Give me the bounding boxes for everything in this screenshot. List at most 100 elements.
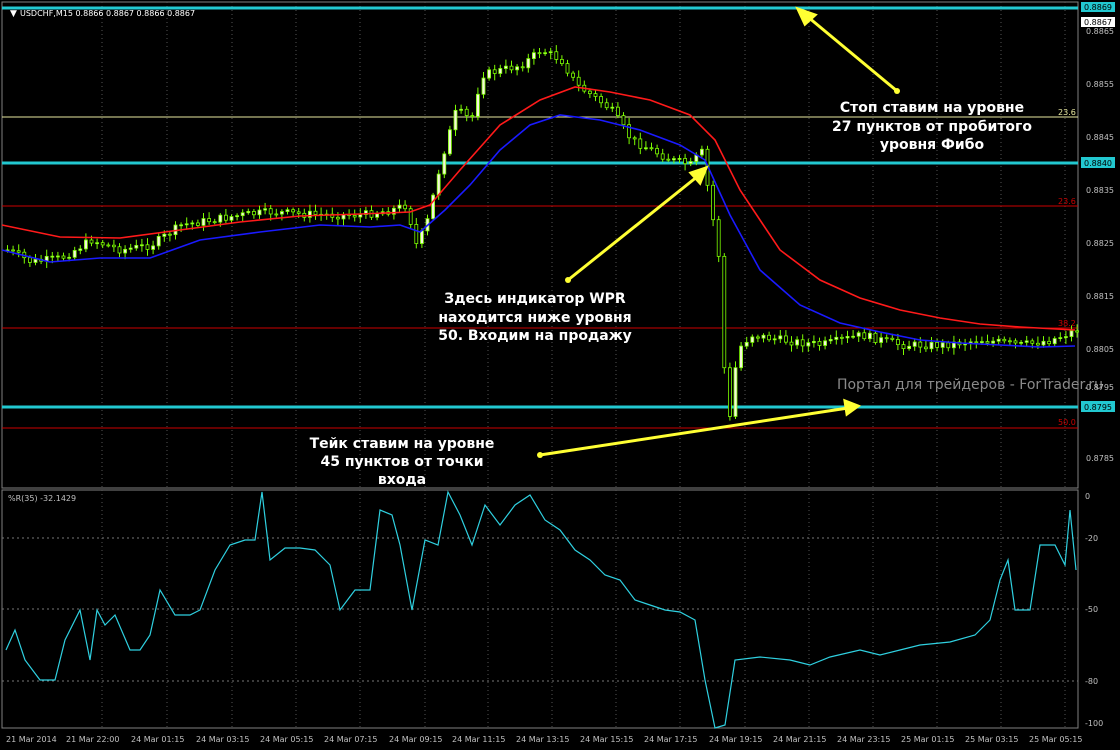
candle-body	[935, 342, 939, 348]
candle-body	[520, 66, 525, 69]
time-label: 24 Mar 17:15	[644, 735, 697, 744]
svg-text:▼: ▼	[10, 9, 17, 19]
candle-body	[67, 256, 71, 259]
candle-body	[436, 173, 441, 196]
candle-body	[593, 93, 598, 97]
candle-body	[268, 208, 273, 215]
time-label: 24 Mar 11:15	[452, 735, 505, 744]
candle-body	[688, 161, 693, 165]
candle-body	[459, 108, 464, 111]
candle-body	[733, 367, 738, 417]
candle-body	[509, 65, 514, 71]
candle-body	[576, 76, 581, 86]
time-label: 24 Mar 19:15	[709, 735, 762, 744]
time-label: 25 Mar 03:15	[965, 735, 1018, 744]
candle-body	[554, 51, 559, 60]
time-label: 21 Mar 2014	[6, 735, 57, 744]
candle-body	[1058, 337, 1063, 339]
candle-body	[716, 219, 721, 257]
candle-body	[784, 335, 788, 343]
candle-body	[543, 52, 547, 55]
candle-body	[419, 230, 424, 244]
take-arrow-head-icon	[843, 398, 862, 417]
price-label: 0.8785	[1086, 454, 1114, 463]
candle-body	[571, 72, 575, 78]
candle-body	[100, 242, 105, 246]
candle-body	[750, 336, 755, 343]
candle-body	[548, 51, 553, 54]
candle-body	[907, 345, 911, 349]
price-panel-frame	[1, 1, 1079, 489]
candle-body	[464, 108, 469, 116]
candle-body	[924, 346, 928, 350]
time-label: 24 Mar 03:15	[196, 735, 249, 744]
stop-annotation-line-3: уровня Фибо	[880, 137, 985, 153]
candle-body	[470, 115, 475, 117]
candle-body	[145, 244, 150, 250]
candle-body	[229, 216, 234, 221]
candle-body	[453, 109, 458, 131]
candle-body	[761, 334, 766, 339]
candle-body	[940, 342, 945, 348]
level-price-label-2: 0.8795	[1084, 403, 1112, 412]
take-annotation-line-3: входа	[378, 472, 426, 488]
price-label: 0.8825	[1086, 239, 1114, 248]
fibo-label-4: 50.0	[1058, 418, 1076, 427]
candle-body	[806, 342, 811, 347]
candle-body	[117, 246, 122, 254]
entry-arrow-shaft	[567, 174, 699, 282]
price-label: 0.8805	[1086, 345, 1114, 354]
candle-body	[335, 216, 340, 220]
candle-body	[996, 338, 1001, 342]
candle-body	[767, 334, 771, 341]
time-label: 24 Mar 15:15	[580, 735, 633, 744]
candle-body	[901, 344, 906, 349]
candle-body	[840, 336, 844, 339]
candle-body	[218, 214, 223, 223]
fibo-label-2: 23.6	[1058, 197, 1076, 206]
candle-body	[739, 345, 743, 369]
candle-body	[868, 332, 872, 340]
candle-body	[985, 341, 990, 344]
candle-body	[313, 210, 318, 215]
collapse-triangle-icon[interactable]: ▼	[10, 9, 17, 19]
time-label: 24 Mar 05:15	[260, 735, 313, 744]
indicator-level-label: -100	[1085, 719, 1103, 728]
candle-body	[397, 204, 402, 209]
candle-body	[515, 66, 519, 71]
time-label: 24 Mar 09:15	[389, 735, 442, 744]
price-label: 0.8815	[1086, 292, 1114, 301]
candle-body	[991, 340, 995, 344]
candle-body	[756, 336, 760, 339]
candle-body	[263, 208, 268, 211]
candle-body	[251, 211, 256, 216]
trading-chart[interactable]: 23.6 23.6 38.2 50.0 ▼ USDCHF,M15 0.8866 …	[0, 0, 1120, 750]
candle-body	[11, 249, 16, 252]
candle-body	[856, 332, 861, 337]
fibo-label-3: 38.2	[1058, 319, 1076, 328]
watermark: Портал для трейдеров - ForTrader.ru	[837, 377, 1103, 393]
candle-body	[240, 212, 245, 217]
entry-arrow-tail	[565, 277, 571, 283]
time-label: 24 Mar 13:15	[516, 735, 569, 744]
candle-body	[1064, 336, 1068, 338]
entry-annotation-line-2: находится ниже уровня	[438, 310, 631, 326]
candle-body	[403, 204, 408, 210]
candle-body	[167, 233, 172, 236]
candle-body	[487, 69, 492, 79]
candle-body	[190, 222, 195, 225]
candle-body	[845, 336, 850, 339]
candle-body	[644, 147, 648, 150]
candle-body	[442, 153, 447, 175]
candle-body	[610, 106, 615, 109]
candle-body	[778, 335, 783, 340]
take-annotation-line-2: 45 пунктов от точки	[320, 454, 483, 470]
candle-body	[1075, 330, 1079, 333]
candle-body	[722, 255, 727, 369]
candle-body	[156, 235, 161, 247]
candle-body	[851, 335, 855, 338]
entry-annotation-line-1: Здесь индикатор WPR	[444, 291, 626, 307]
time-label: 24 Mar 23:15	[837, 735, 890, 744]
candle-body	[95, 242, 99, 245]
indicator-level-lines	[2, 537, 1078, 682]
